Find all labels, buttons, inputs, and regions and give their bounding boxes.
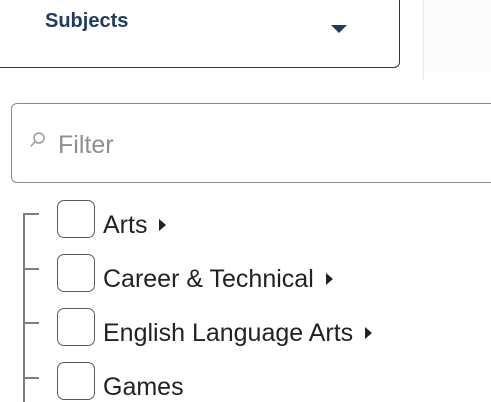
caret-right-icon[interactable]	[365, 327, 373, 339]
caret-right-icon[interactable]	[325, 273, 333, 285]
search-icon	[30, 132, 45, 147]
checkbox[interactable]	[57, 308, 95, 346]
tree-item-english-language-arts[interactable]: English Language Arts	[57, 307, 373, 347]
tree-connector	[23, 213, 39, 215]
checkbox[interactable]	[57, 362, 95, 400]
tree-item-career-technical[interactable]: Career & Technical	[57, 253, 333, 293]
tree-connector	[23, 268, 39, 270]
subjects-dropdown-label: Subjects	[45, 10, 129, 32]
tree-connector-vertical	[23, 213, 25, 402]
tree-connector	[23, 322, 39, 324]
checkbox[interactable]	[57, 200, 95, 238]
caret-right-icon[interactable]	[159, 219, 167, 231]
caret-down-icon	[331, 25, 347, 33]
tree-connector	[23, 377, 39, 379]
tree-item-label: English Language Arts	[103, 318, 354, 347]
filter-input[interactable]	[56, 124, 480, 166]
tree-item-label: Career & Technical	[103, 264, 314, 293]
checkbox[interactable]	[57, 254, 95, 292]
adjacent-panel	[424, 0, 491, 72]
tree-item-label: Arts	[103, 210, 148, 239]
tree-item-label: Games	[103, 372, 184, 401]
tree-item-arts[interactable]: Arts	[57, 199, 167, 239]
subjects-dropdown[interactable]: Subjects	[0, 0, 400, 68]
tree-item-games[interactable]: Games	[57, 361, 184, 401]
